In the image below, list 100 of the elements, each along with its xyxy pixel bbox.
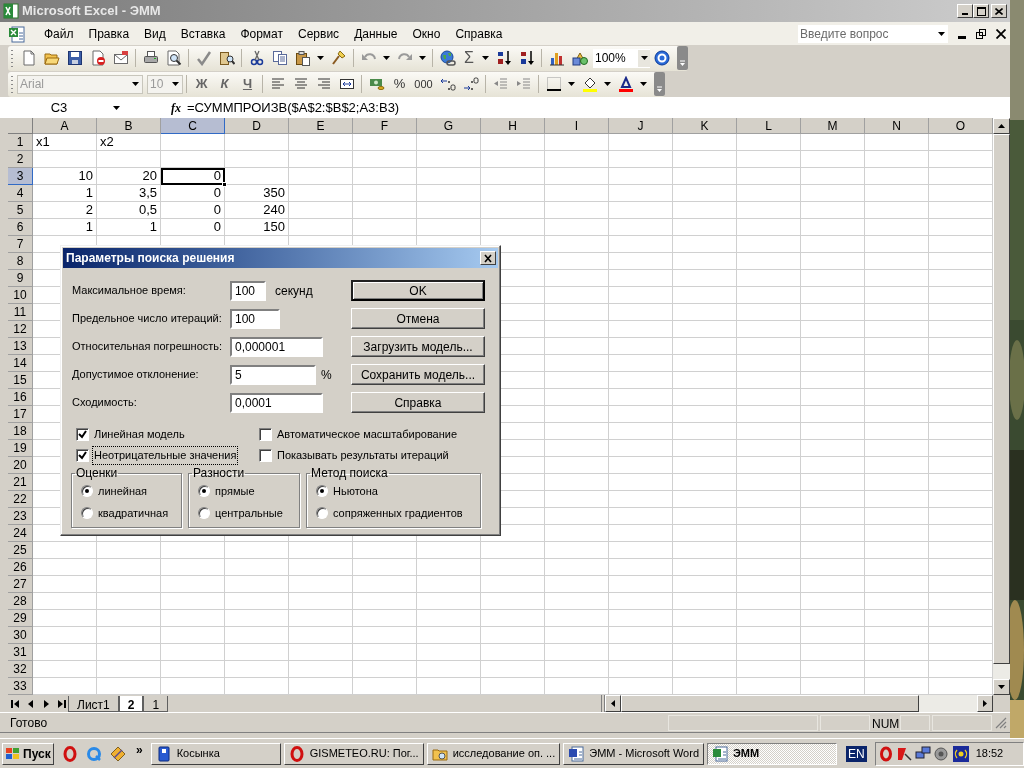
spreadsheet-cell[interactable]: 1 [33,219,97,236]
dialog-button[interactable]: Отмена [351,308,485,329]
dialog-button[interactable]: OK [351,280,485,301]
column-header[interactable]: K [673,118,737,134]
input-field[interactable]: 5 [230,364,316,385]
spreadsheet-cell[interactable] [33,559,97,576]
spreadsheet-cell[interactable] [97,542,161,559]
spreadsheet-cell[interactable] [289,610,353,627]
bold-button[interactable]: Ж [190,74,213,94]
spreadsheet-cell[interactable] [545,355,609,372]
spreadsheet-cell[interactable]: x2 [97,134,161,151]
spreadsheet-cell[interactable] [609,372,673,389]
spreadsheet-cell[interactable] [545,389,609,406]
taskbar-button[interactable]: ЭММ [707,742,837,765]
spelling-icon[interactable] [195,50,212,66]
ring-icon[interactable] [62,745,78,762]
spreadsheet-cell[interactable] [481,576,545,593]
spreadsheet-cell[interactable]: 1 [33,185,97,202]
spreadsheet-cell[interactable] [481,168,545,185]
spreadsheet-cell[interactable] [865,559,929,576]
spreadsheet-cell[interactable] [673,168,737,185]
spreadsheet-cell[interactable] [673,270,737,287]
spreadsheet-cell[interactable] [609,610,673,627]
spreadsheet-cell[interactable] [609,389,673,406]
row-header[interactable]: 17 [8,406,33,423]
spreadsheet-cell[interactable] [865,457,929,474]
spreadsheet-cell[interactable] [801,372,865,389]
spreadsheet-cell[interactable] [865,355,929,372]
spreadsheet-cell[interactable] [673,389,737,406]
spreadsheet-cell[interactable] [737,610,801,627]
spreadsheet-cell[interactable] [673,491,737,508]
split-handle[interactable] [601,695,605,712]
radio-label[interactable]: центральные [215,504,283,522]
spreadsheet-cell[interactable] [801,151,865,168]
merge-center-icon[interactable] [338,76,355,92]
sheet-tab[interactable]: Лист1 [68,695,119,712]
spreadsheet-cell[interactable] [801,542,865,559]
taskbar-button[interactable]: исследование оп. ... [426,742,561,765]
spreadsheet-cell[interactable] [481,202,545,219]
function-button[interactable]: fx [171,98,181,117]
spreadsheet-cell[interactable] [801,610,865,627]
row-header[interactable]: 6 [8,219,33,236]
row-header[interactable]: 13 [8,338,33,355]
spreadsheet-cell[interactable] [353,593,417,610]
spreadsheet-cell[interactable] [737,491,801,508]
menu-item[interactable]: Вставка [173,24,233,43]
spreadsheet-cell[interactable] [353,644,417,661]
checkbox[interactable] [259,449,272,462]
spreadsheet-cell[interactable] [737,389,801,406]
spreadsheet-cell[interactable] [737,338,801,355]
spreadsheet-cell[interactable] [801,423,865,440]
italic-button[interactable]: К [213,74,236,94]
spreadsheet-cell[interactable] [609,236,673,253]
row-header[interactable]: 25 [8,542,33,559]
spreadsheet-cell[interactable] [545,593,609,610]
menu-item[interactable]: Сервис [291,24,347,43]
wireless-icon[interactable] [952,745,969,762]
spreadsheet-cell[interactable] [609,474,673,491]
spreadsheet-cell[interactable] [289,627,353,644]
spreadsheet-cell[interactable] [737,304,801,321]
caret-icon[interactable] [938,31,945,36]
spreadsheet-cell[interactable] [225,661,289,678]
menu-item[interactable]: Вид [137,24,173,43]
spreadsheet-cell[interactable] [545,508,609,525]
spreadsheet-cell[interactable] [417,661,481,678]
column-header[interactable]: L [737,118,801,134]
checkbox[interactable] [259,428,272,441]
sort-ascending-icon[interactable] [495,50,512,66]
spreadsheet-cell[interactable] [865,185,929,202]
language-indicator[interactable]: EN [846,745,867,762]
spreadsheet-cell[interactable] [609,593,673,610]
spreadsheet-cell[interactable] [801,644,865,661]
spreadsheet-cell[interactable] [289,219,353,236]
row-header[interactable]: 30 [8,627,33,644]
spreadsheet-cell[interactable] [545,661,609,678]
spreadsheet-cell[interactable] [737,134,801,151]
spreadsheet-cell[interactable] [609,355,673,372]
spreadsheet-cell[interactable] [737,185,801,202]
caret-icon[interactable] [568,82,575,86]
spreadsheet-cell[interactable] [673,236,737,253]
spreadsheet-cell[interactable] [609,406,673,423]
spreadsheet-cell[interactable]: 0 [161,219,225,236]
paste-icon[interactable] [294,50,311,66]
column-header[interactable]: N [865,118,929,134]
spreadsheet-cell[interactable] [801,134,865,151]
spreadsheet-cell[interactable] [481,661,545,678]
spreadsheet-cell[interactable] [161,610,225,627]
maximize-button[interactable] [973,4,989,18]
research-icon[interactable] [218,50,235,66]
taskbar-button[interactable]: GISMETEO.RU: Пог... [283,742,424,765]
spreadsheet-cell[interactable] [33,627,97,644]
spreadsheet-cell[interactable] [865,627,929,644]
spreadsheet-cell[interactable] [673,661,737,678]
spreadsheet-cell[interactable] [737,661,801,678]
spreadsheet-cell[interactable] [737,219,801,236]
spreadsheet-cell[interactable] [865,474,929,491]
spreadsheet-cell[interactable] [737,440,801,457]
column-header[interactable]: I [545,118,609,134]
spreadsheet-cell[interactable] [545,202,609,219]
row-header[interactable]: 11 [8,304,33,321]
